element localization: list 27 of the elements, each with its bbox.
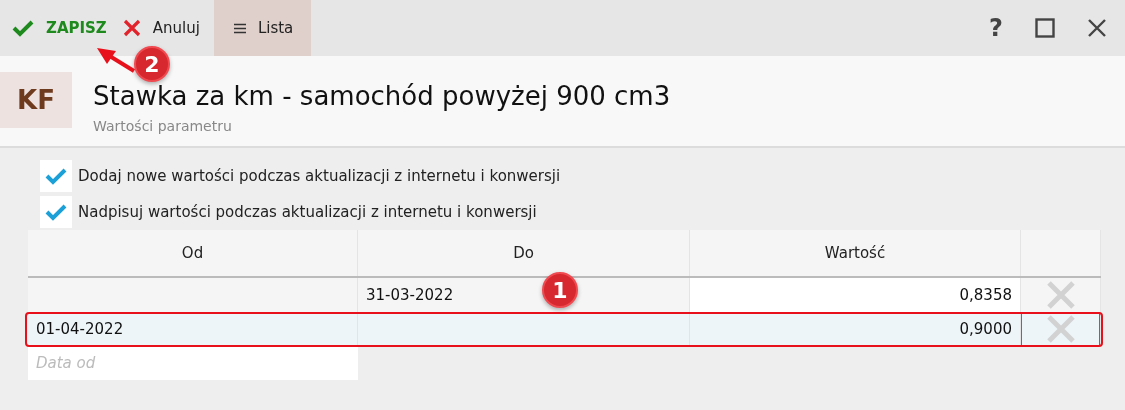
check-icon — [45, 203, 67, 221]
table-cell: 0,9000 — [959, 320, 1012, 338]
close-icon[interactable] — [1087, 18, 1107, 38]
table-cell: 0,8358 — [959, 286, 1012, 304]
checkbox-label: Dodaj nowe wartości podczas aktualizacji z internetu i konwersji — [78, 167, 561, 185]
save-button[interactable]: ZAPISZ — [10, 10, 117, 46]
column-header: Od — [28, 230, 358, 276]
maximize-icon[interactable] — [1035, 18, 1055, 38]
checkbox[interactable] — [40, 196, 72, 228]
checkbox[interactable] — [40, 160, 72, 192]
table-cell: 31-03-2022 — [366, 286, 454, 304]
checkbox-label: Nadpisuj wartości podczas aktualizacji z internetu i konwersji — [78, 203, 537, 221]
column-header: Wartość — [690, 230, 1021, 276]
menu-icon — [233, 22, 246, 34]
check-icon — [12, 19, 34, 37]
input-field[interactable]: Data od — [28, 346, 358, 380]
table-row[interactable]: 01-04-2022 0,9000 — [28, 312, 1101, 346]
cancel-button[interactable]: Anuluj — [120, 10, 210, 46]
help-button[interactable]: ? — [989, 14, 1003, 42]
page-title: Stawka za km - samochód powyżej 900 cm3 — [93, 83, 671, 109]
list-button[interactable]: Lista — [213, 0, 312, 56]
close-icon — [122, 19, 141, 37]
page-subtitle: Wartości parametru — [93, 118, 233, 134]
module-badge: KF — [0, 72, 72, 128]
annotation-arrow — [96, 47, 136, 73]
check-icon — [45, 167, 67, 185]
table-cell: 01-04-2022 — [36, 320, 124, 338]
